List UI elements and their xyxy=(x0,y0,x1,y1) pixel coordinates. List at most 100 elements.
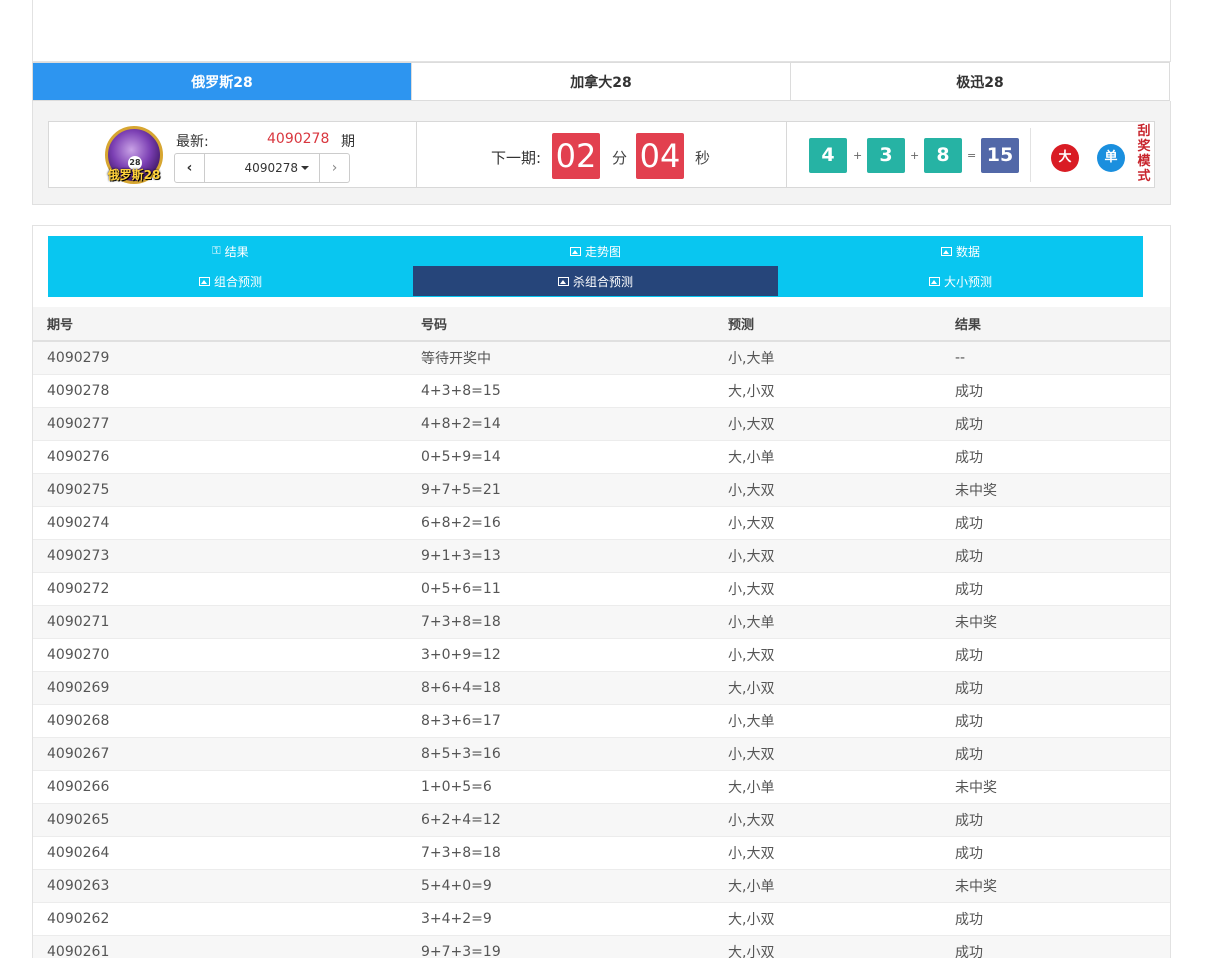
countdown-box: 下一期: 02 分 04 秒 xyxy=(417,121,787,188)
tab-results[interactable]: ⚿ 结果 xyxy=(48,236,413,266)
result-ball-1: 4 xyxy=(809,138,847,173)
result-box: 4 + 3 + 8 = 15 大 单 刮奖模式 xyxy=(787,121,1155,188)
tab-russia-28[interactable]: 俄罗斯28 xyxy=(33,63,412,100)
table-row: 4090262 3+4+2=9 大,小双 成功 xyxy=(33,901,1170,935)
row-numbers: 9+7+3=19 xyxy=(421,934,728,958)
scratch-mode-link[interactable]: 刮奖模式 xyxy=(1136,124,1152,184)
row-issue: 4090262 xyxy=(33,901,421,935)
chevron-right-icon: › xyxy=(331,160,338,176)
row-numbers: 3+4+2=9 xyxy=(421,901,728,935)
row-numbers: 等待开奖中 xyxy=(421,340,728,374)
equals-sign: = xyxy=(967,149,977,162)
table-row: 4090270 3+0+9=12 小,大双 成功 xyxy=(33,637,1170,671)
row-prediction: 小,大双 xyxy=(728,538,955,572)
result-sum: 15 xyxy=(981,138,1019,173)
table-row: 4090278 4+3+8=15 大,小双 成功 xyxy=(33,373,1170,407)
header-numbers: 号码 xyxy=(421,307,728,342)
row-numbers: 6+2+4=12 xyxy=(421,802,728,836)
table-body: 4090279 等待开奖中 小,大单 -- 4090278 4+3+8=15 大,小双 成功 4… xyxy=(33,340,1170,958)
row-result: 成功 xyxy=(955,802,1170,836)
table-row: 4090277 4+8+2=14 小,大双 成功 xyxy=(33,406,1170,440)
countdown-minutes: 02 xyxy=(552,133,600,179)
next-issue-button[interactable]: › xyxy=(319,154,349,182)
row-prediction: 小,大双 xyxy=(728,472,955,506)
row-result: 成功 xyxy=(955,736,1170,770)
tab-combo-label: 组合预测 xyxy=(213,274,262,289)
main-panel: ⚿ 结果 走势图 数据 组合预测 杀组合预测 大小预测 期号 号码 预测 结果 … xyxy=(32,225,1171,958)
row-prediction: 大,小双 xyxy=(728,934,955,958)
row-result: 成功 xyxy=(955,934,1170,958)
key-icon: ⚿ xyxy=(212,244,221,257)
row-result: -- xyxy=(955,340,1170,374)
tab-jixun-28[interactable]: 极迅28 xyxy=(791,63,1169,100)
row-issue: 4090261 xyxy=(33,934,421,958)
tab-canada-28[interactable]: 加拿大28 xyxy=(412,63,791,100)
row-result: 成功 xyxy=(955,703,1170,737)
row-numbers: 8+3+6=17 xyxy=(421,703,728,737)
row-result: 成功 xyxy=(955,505,1170,539)
table-row: 4090264 7+3+8=18 小,大双 成功 xyxy=(33,835,1170,869)
table-row: 4090274 6+8+2=16 小,大双 成功 xyxy=(33,505,1170,539)
tab-size-prediction[interactable]: 大小预测 xyxy=(778,266,1143,296)
tab-data-label: 数据 xyxy=(955,244,980,259)
row-prediction: 小,大双 xyxy=(728,571,955,605)
size-badge: 大 xyxy=(1051,144,1079,172)
top-blank-area xyxy=(32,0,1171,62)
row-prediction: 小,大双 xyxy=(728,637,955,671)
row-numbers: 6+8+2=16 xyxy=(421,505,728,539)
row-issue: 4090276 xyxy=(33,439,421,473)
header-prediction: 预测 xyxy=(728,307,955,342)
row-issue: 4090264 xyxy=(33,835,421,869)
table-row: 4090269 8+6+4=18 大,小双 成功 xyxy=(33,670,1170,704)
tab-combo-prediction[interactable]: 组合预测 xyxy=(48,266,413,296)
tab-kill-combo-prediction[interactable]: 杀组合预测 xyxy=(413,266,778,296)
row-issue: 4090279 xyxy=(33,340,421,374)
table-row: 4090268 8+3+6=17 小,大单 成功 xyxy=(33,703,1170,737)
row-numbers: 3+0+9=12 xyxy=(421,637,728,671)
header-issue: 期号 xyxy=(33,307,421,342)
row-prediction: 大,小单 xyxy=(728,439,955,473)
row-issue: 4090275 xyxy=(33,472,421,506)
logo-text: 俄罗斯28 xyxy=(107,168,161,182)
row-result: 成功 xyxy=(955,835,1170,869)
row-prediction: 大,小单 xyxy=(728,769,955,803)
caret-down-icon xyxy=(301,166,309,170)
row-numbers: 4+3+8=15 xyxy=(421,373,728,407)
table-row: 4090272 0+5+6=11 小,大双 成功 xyxy=(33,571,1170,605)
table-row: 4090267 8+5+3=16 小,大双 成功 xyxy=(33,736,1170,770)
table-row: 4090266 1+0+5=6 大,小单 未中奖 xyxy=(33,769,1170,803)
parity-badge: 单 xyxy=(1097,144,1125,172)
tab-trend-chart[interactable]: 走势图 xyxy=(413,236,778,266)
tab-data[interactable]: 数据 xyxy=(778,236,1143,266)
prev-issue-button[interactable]: ‹ xyxy=(175,154,205,182)
row-result: 成功 xyxy=(955,637,1170,671)
result-ball-2: 3 xyxy=(867,138,905,173)
sub-tabs: ⚿ 结果 走势图 数据 组合预测 杀组合预测 大小预测 xyxy=(48,236,1143,297)
issue-select[interactable]: 4090278 xyxy=(205,154,319,182)
table-row: 4090276 0+5+9=14 大,小单 成功 xyxy=(33,439,1170,473)
row-numbers: 7+3+8=18 xyxy=(421,604,728,638)
latest-issue-number: 4090278 xyxy=(267,131,330,147)
row-prediction: 小,大双 xyxy=(728,736,955,770)
info-panel: 28 俄罗斯28 最新: 4090278 期 ‹ 4090278 › 下一期: … xyxy=(32,101,1171,205)
row-result: 未中奖 xyxy=(955,868,1170,902)
row-issue: 4090266 xyxy=(33,769,421,803)
plus-sign: + xyxy=(853,149,863,162)
row-numbers: 1+0+5=6 xyxy=(421,769,728,803)
row-result: 成功 xyxy=(955,406,1170,440)
row-prediction: 小,大双 xyxy=(728,406,955,440)
row-numbers: 7+3+8=18 xyxy=(421,835,728,869)
row-issue: 4090270 xyxy=(33,637,421,671)
row-prediction: 大,小双 xyxy=(728,901,955,935)
row-issue: 4090263 xyxy=(33,868,421,902)
row-prediction: 大,小单 xyxy=(728,868,955,902)
row-result: 成功 xyxy=(955,571,1170,605)
row-issue: 4090274 xyxy=(33,505,421,539)
row-prediction: 小,大单 xyxy=(728,340,955,374)
row-numbers: 8+6+4=18 xyxy=(421,670,728,704)
game-tabs: 俄罗斯28 加拿大28 极迅28 xyxy=(32,62,1170,101)
row-issue: 4090277 xyxy=(33,406,421,440)
row-result: 未中奖 xyxy=(955,472,1170,506)
row-prediction: 小,大双 xyxy=(728,835,955,869)
image-icon xyxy=(557,276,569,286)
